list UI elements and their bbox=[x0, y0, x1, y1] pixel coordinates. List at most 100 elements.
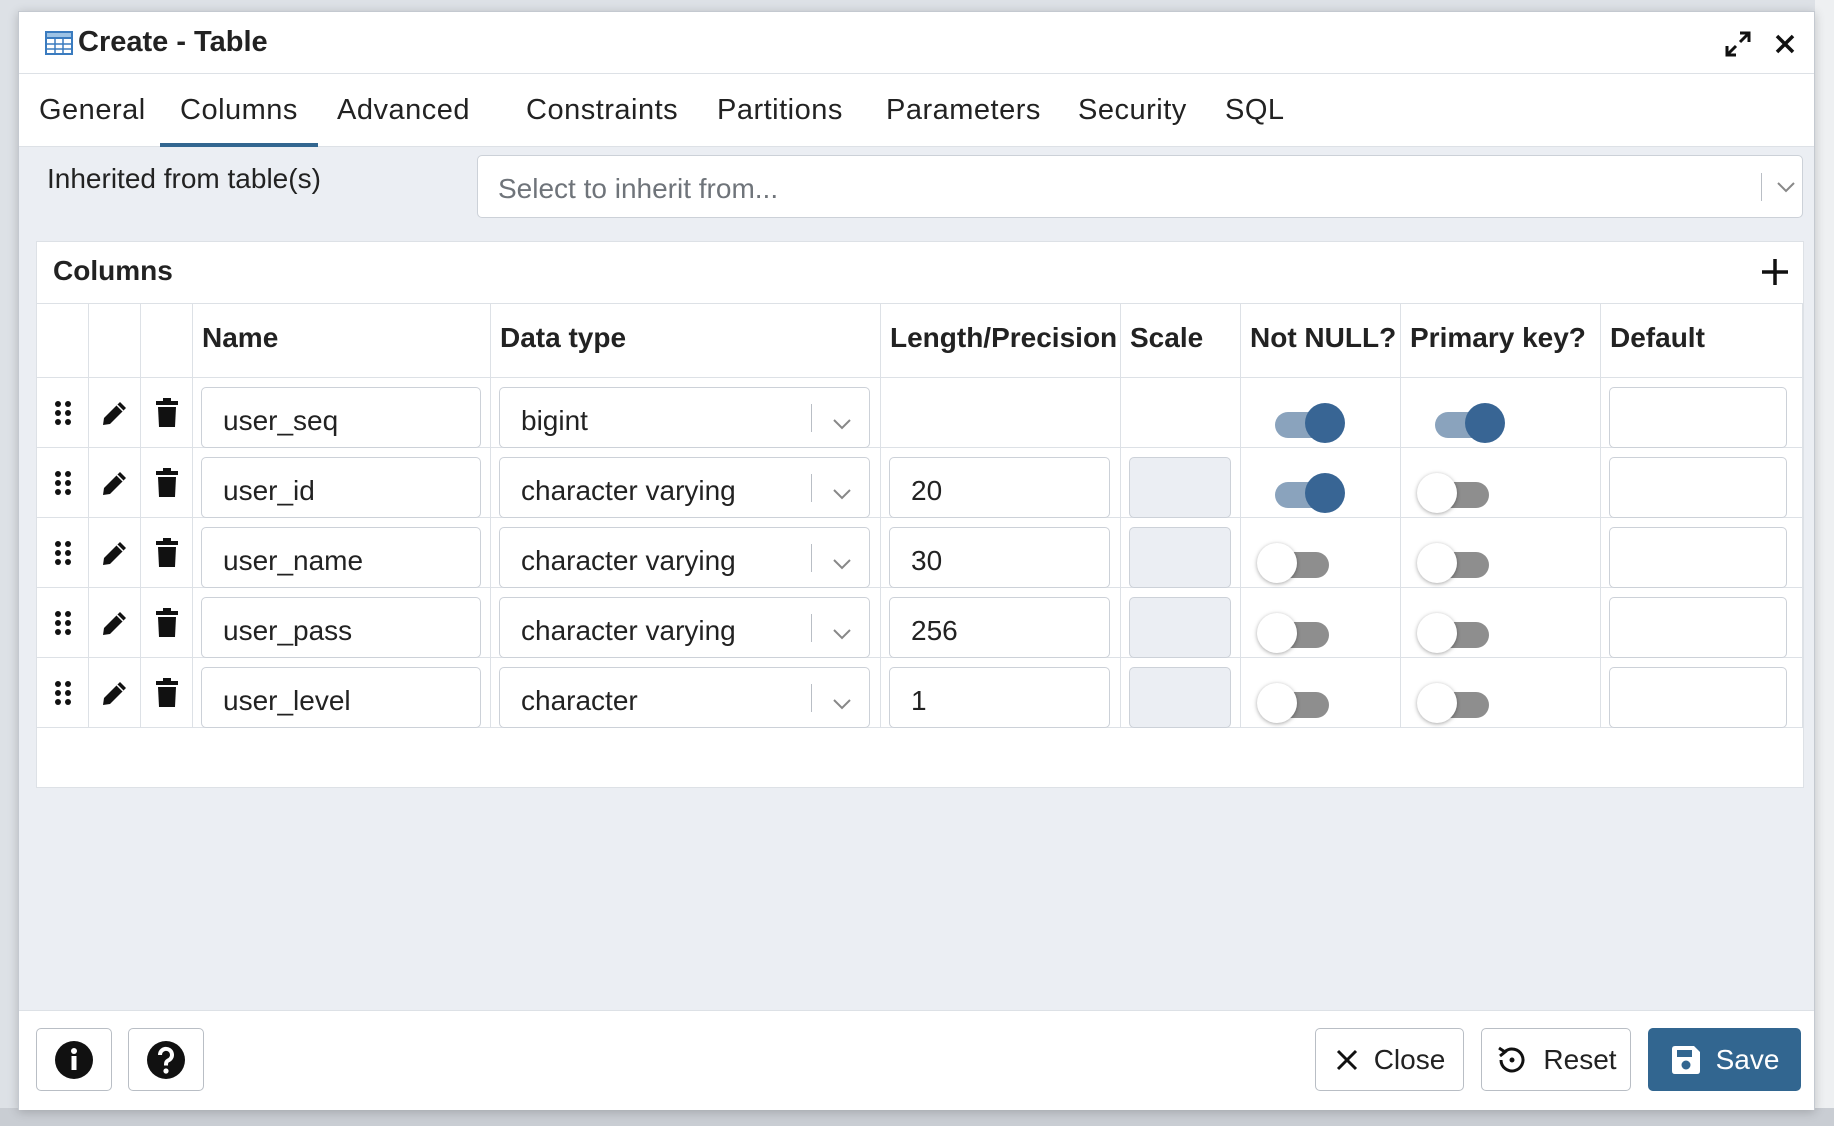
primary-key-toggle[interactable] bbox=[1417, 473, 1497, 513]
save-button[interactable]: Save bbox=[1648, 1028, 1801, 1091]
tab-partitions[interactable]: Partitions bbox=[697, 74, 863, 147]
delete-row-button[interactable] bbox=[141, 448, 193, 518]
default-cell bbox=[1601, 448, 1803, 518]
tab-columns[interactable]: Columns bbox=[160, 74, 318, 147]
toggle-knob bbox=[1305, 403, 1345, 443]
pencil-icon bbox=[102, 471, 126, 495]
expand-button[interactable] bbox=[1722, 28, 1754, 60]
primary-key-cell bbox=[1401, 658, 1601, 728]
data-type-select[interactable]: bigint bbox=[499, 387, 870, 448]
chevron-down-icon bbox=[831, 410, 853, 442]
data-type-select[interactable]: character varying bbox=[499, 457, 870, 518]
data-type-cell: character varying bbox=[491, 588, 881, 658]
default-cell bbox=[1601, 518, 1803, 588]
primary-key-cell bbox=[1401, 588, 1601, 658]
primary-key-toggle[interactable] bbox=[1417, 613, 1497, 653]
data-type-select[interactable]: character varying bbox=[499, 527, 870, 588]
tab-parameters[interactable]: Parameters bbox=[866, 74, 1061, 147]
edit-row-button[interactable] bbox=[89, 518, 141, 588]
header-not-null: Not NULL? bbox=[1241, 304, 1401, 378]
data-type-cell: character varying bbox=[491, 518, 881, 588]
column-name-input[interactable]: user_seq bbox=[201, 387, 481, 448]
default-cell bbox=[1601, 378, 1803, 448]
column-name-input[interactable]: user_id bbox=[201, 457, 481, 518]
info-button[interactable] bbox=[36, 1028, 112, 1091]
delete-row-button[interactable] bbox=[141, 518, 193, 588]
dialog-footer: Close Reset Save bbox=[19, 1010, 1814, 1110]
length-cell: 256 bbox=[881, 588, 1121, 658]
close-dialog-button[interactable] bbox=[1769, 28, 1801, 60]
data-type-select[interactable]: character varying bbox=[499, 597, 870, 658]
length-precision-input[interactable]: 30 bbox=[889, 527, 1110, 588]
drag-handle-cell[interactable] bbox=[37, 518, 89, 588]
dialog-titlebar: Create - Table bbox=[19, 12, 1814, 74]
add-column-button[interactable] bbox=[1757, 254, 1793, 290]
length-precision-input[interactable]: 256 bbox=[889, 597, 1110, 658]
trash-icon bbox=[155, 467, 178, 497]
help-button[interactable] bbox=[128, 1028, 204, 1091]
default-cell bbox=[1601, 588, 1803, 658]
default-value-input[interactable] bbox=[1609, 387, 1787, 448]
length-cell: 30 bbox=[881, 518, 1121, 588]
inherit-placeholder: Select to inherit from... bbox=[498, 173, 779, 204]
inherit-select[interactable]: Select to inherit from... bbox=[477, 155, 1803, 218]
toggle-knob bbox=[1305, 473, 1345, 513]
edit-row-button[interactable] bbox=[89, 658, 141, 728]
column-name-input[interactable]: user_pass bbox=[201, 597, 481, 658]
drag-handle-cell[interactable] bbox=[37, 588, 89, 658]
table-row: user_id character varying 20 bbox=[37, 448, 1803, 518]
default-value-input[interactable] bbox=[1609, 597, 1787, 658]
drag-handle-cell[interactable] bbox=[37, 658, 89, 728]
not-null-toggle[interactable] bbox=[1257, 543, 1337, 583]
primary-key-toggle[interactable] bbox=[1431, 403, 1511, 443]
data-type-value: character varying bbox=[521, 545, 736, 576]
toggle-knob bbox=[1257, 683, 1297, 723]
select-separator bbox=[1761, 173, 1762, 201]
close-button[interactable]: Close bbox=[1315, 1028, 1464, 1091]
tab-sql[interactable]: SQL bbox=[1205, 74, 1305, 147]
toggle-knob bbox=[1417, 683, 1457, 723]
drag-handle-icon bbox=[54, 400, 71, 425]
header-scale: Scale bbox=[1121, 304, 1241, 378]
columns-panel-header: Columns bbox=[37, 242, 1803, 304]
default-value-input[interactable] bbox=[1609, 457, 1787, 518]
close-button-label: Close bbox=[1373, 1043, 1446, 1075]
drag-handle-icon bbox=[54, 540, 71, 565]
scale-input bbox=[1129, 597, 1231, 658]
not-null-toggle[interactable] bbox=[1271, 473, 1351, 513]
toggle-knob bbox=[1257, 543, 1297, 583]
name-cell: user_id bbox=[193, 448, 491, 518]
length-precision-input[interactable]: 20 bbox=[889, 457, 1110, 518]
tab-security[interactable]: Security bbox=[1058, 74, 1207, 147]
info-icon bbox=[55, 1040, 93, 1079]
delete-row-button[interactable] bbox=[141, 658, 193, 728]
drag-handle-cell[interactable] bbox=[37, 448, 89, 518]
primary-key-toggle[interactable] bbox=[1417, 543, 1497, 583]
trash-icon bbox=[155, 607, 178, 637]
not-null-toggle[interactable] bbox=[1257, 683, 1337, 723]
data-type-cell: character bbox=[491, 658, 881, 728]
reset-button[interactable]: Reset bbox=[1481, 1028, 1631, 1091]
name-cell: user_name bbox=[193, 518, 491, 588]
default-value-input[interactable] bbox=[1609, 527, 1787, 588]
delete-row-button[interactable] bbox=[141, 588, 193, 658]
not-null-toggle[interactable] bbox=[1271, 403, 1351, 443]
tab-general[interactable]: General bbox=[19, 74, 166, 147]
primary-key-toggle[interactable] bbox=[1417, 683, 1497, 723]
data-type-select[interactable]: character bbox=[499, 667, 870, 728]
column-name-input[interactable]: user_level bbox=[201, 667, 481, 728]
drag-handle-cell[interactable] bbox=[37, 378, 89, 448]
not-null-toggle[interactable] bbox=[1257, 613, 1337, 653]
delete-row-button[interactable] bbox=[141, 378, 193, 448]
edit-row-button[interactable] bbox=[89, 448, 141, 518]
edit-row-button[interactable] bbox=[89, 588, 141, 658]
edit-row-button[interactable] bbox=[89, 378, 141, 448]
select-separator bbox=[811, 614, 812, 642]
tab-advanced[interactable]: Advanced bbox=[317, 74, 490, 147]
column-name-input[interactable]: user_name bbox=[201, 527, 481, 588]
header-edit bbox=[89, 304, 141, 378]
tab-constraints[interactable]: Constraints bbox=[506, 74, 698, 147]
toggle-knob bbox=[1257, 613, 1297, 653]
default-value-input[interactable] bbox=[1609, 667, 1787, 728]
length-precision-input[interactable]: 1 bbox=[889, 667, 1110, 728]
